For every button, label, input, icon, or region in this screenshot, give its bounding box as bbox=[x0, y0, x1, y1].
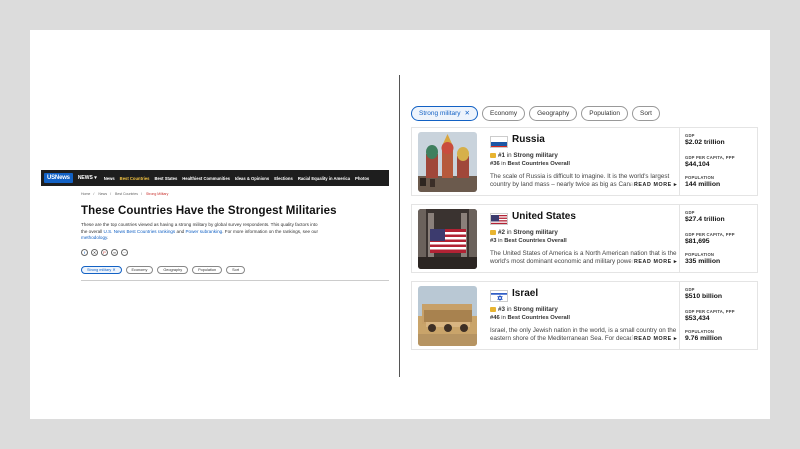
country-name[interactable]: United States bbox=[512, 211, 576, 222]
nav-item-news[interactable]: News bbox=[104, 176, 115, 181]
mini-filter-strong-military[interactable]: Strong military ✕ bbox=[81, 266, 122, 274]
methodology-link[interactable]: methodology bbox=[81, 235, 107, 240]
gdp-per-capita-label: GDP PER CAPITA, PPP bbox=[685, 232, 735, 237]
facebook-icon[interactable]: f bbox=[81, 249, 88, 256]
pinterest-icon[interactable]: P bbox=[101, 249, 108, 256]
united-states-flag-icon bbox=[490, 213, 508, 225]
read-more-button[interactable]: READ MORE ▸ bbox=[631, 182, 678, 188]
breadcrumb-best-countries[interactable]: Best Countries bbox=[115, 192, 138, 196]
mini-filter-bar: Strong military ✕ Economy Geography Popu… bbox=[81, 266, 246, 274]
breadcrumb-home[interactable]: Home bbox=[81, 192, 90, 196]
share-buttons: f ✕ P ∞ ⋯ bbox=[81, 249, 128, 256]
category-rank: #3 in Strong military bbox=[490, 306, 558, 313]
mini-filter-geography[interactable]: Geography bbox=[157, 266, 189, 274]
gdp-value: $510 billion bbox=[685, 293, 723, 300]
category-rank: #2 in Strong military bbox=[490, 229, 558, 236]
gdp-value: $2.02 trillion bbox=[685, 139, 725, 146]
overall-rank: #46 in Best Countries Overall bbox=[490, 315, 570, 321]
population-label: POPULATION bbox=[685, 329, 715, 334]
population-value: 9.76 million bbox=[685, 335, 723, 342]
usnews-logo[interactable]: USNews bbox=[44, 173, 73, 183]
country-card-israel[interactable]: Israel #3 in Strong military #46 in Best… bbox=[411, 281, 758, 350]
overall-rank: #3 in Best Countries Overall bbox=[490, 238, 567, 244]
filter-sort[interactable]: Sort bbox=[632, 106, 660, 121]
united-states-photo[interactable] bbox=[418, 209, 477, 269]
gdp-per-capita-label: GDP PER CAPITA, PPP bbox=[685, 155, 735, 160]
mini-filter-sort[interactable]: Sort bbox=[226, 266, 246, 274]
stats-divider bbox=[679, 282, 680, 349]
russia-flag-icon bbox=[490, 136, 508, 148]
intro-text: These are the top countries viewed as ha… bbox=[81, 222, 318, 240]
country-name[interactable]: Israel bbox=[512, 288, 538, 299]
population-value: 144 million bbox=[685, 181, 721, 188]
nav-item-ideas-opinions[interactable]: Ideas & Opinions bbox=[235, 176, 269, 181]
gdp-per-capita-value: $53,434 bbox=[685, 315, 710, 322]
population-value: 335 million bbox=[685, 258, 721, 265]
nav-item-elections[interactable]: Elections bbox=[274, 176, 293, 181]
vertical-divider bbox=[399, 75, 400, 377]
more-icon[interactable]: ⋯ bbox=[121, 249, 128, 256]
gdp-per-capita-value: $44,104 bbox=[685, 161, 710, 168]
mini-filter-economy[interactable]: Economy bbox=[125, 266, 154, 274]
filter-strong-military[interactable]: Strong military ✕ bbox=[411, 106, 478, 121]
israel-photo[interactable] bbox=[418, 286, 477, 346]
medal-icon bbox=[490, 153, 496, 158]
filter-economy[interactable]: Economy bbox=[482, 106, 526, 121]
nav-item-best-countries[interactable]: Best Countries bbox=[120, 176, 150, 181]
nav-item-healthiest-communities[interactable]: Healthiest Communities bbox=[182, 176, 230, 181]
medal-icon bbox=[490, 230, 496, 235]
country-card-russia[interactable]: Russia #1 in Strong military #36 in Best… bbox=[411, 127, 758, 196]
close-icon[interactable]: ✕ bbox=[465, 110, 470, 117]
overall-rank: #36 in Best Countries Overall bbox=[490, 161, 570, 167]
nav-item-photos[interactable]: Photos bbox=[355, 176, 369, 181]
read-more-button[interactable]: READ MORE ▸ bbox=[631, 336, 678, 342]
power-subranking-link[interactable]: Power subranking bbox=[185, 229, 222, 234]
read-more-button[interactable]: READ MORE ▸ bbox=[631, 259, 678, 265]
filter-geography[interactable]: Geography bbox=[529, 106, 578, 121]
section-divider bbox=[81, 280, 389, 281]
breadcrumb-current: Strong Military bbox=[145, 192, 169, 196]
breadcrumb-news[interactable]: News bbox=[98, 192, 107, 196]
site-navbar: USNews NEWS ▾ News Best Countries Best S… bbox=[41, 170, 389, 186]
link-icon[interactable]: ∞ bbox=[111, 249, 118, 256]
filter-bar: Strong military ✕ Economy Geography Popul… bbox=[411, 106, 660, 121]
gdp-label: GDP bbox=[685, 133, 695, 138]
gdp-per-capita-label: GDP PER CAPITA, PPP bbox=[685, 309, 735, 314]
population-label: POPULATION bbox=[685, 175, 715, 180]
israel-flag-icon bbox=[490, 290, 508, 302]
category-rank: #1 in Strong military bbox=[490, 152, 558, 159]
country-card-united-states[interactable]: United States #2 in Strong military #3 i… bbox=[411, 204, 758, 273]
gdp-value: $27.4 trillion bbox=[685, 216, 725, 223]
stats-divider bbox=[679, 128, 680, 195]
russia-photo[interactable] bbox=[418, 132, 477, 192]
medal-icon bbox=[490, 307, 496, 312]
nav-item-best-states[interactable]: Best States bbox=[154, 176, 177, 181]
gdp-per-capita-value: $81,695 bbox=[685, 238, 710, 245]
population-label: POPULATION bbox=[685, 252, 715, 257]
breadcrumb: Home / News / Best Countries / Strong Milit… bbox=[81, 192, 169, 196]
filter-population[interactable]: Population bbox=[581, 106, 629, 121]
gdp-label: GDP bbox=[685, 287, 695, 292]
x-icon[interactable]: ✕ bbox=[91, 249, 98, 256]
nav-item-racial-equality[interactable]: Racial Equality in America bbox=[298, 176, 350, 181]
rankings-link[interactable]: U.S. News Best Countries rankings bbox=[103, 229, 175, 234]
stats-divider bbox=[679, 205, 680, 272]
nav-news-dropdown[interactable]: NEWS ▾ bbox=[78, 175, 97, 181]
country-name[interactable]: Russia bbox=[512, 134, 545, 145]
mini-filter-population[interactable]: Population bbox=[192, 266, 223, 274]
gdp-label: GDP bbox=[685, 210, 695, 215]
page-title: These Countries Have the Strongest Milit… bbox=[81, 205, 337, 217]
